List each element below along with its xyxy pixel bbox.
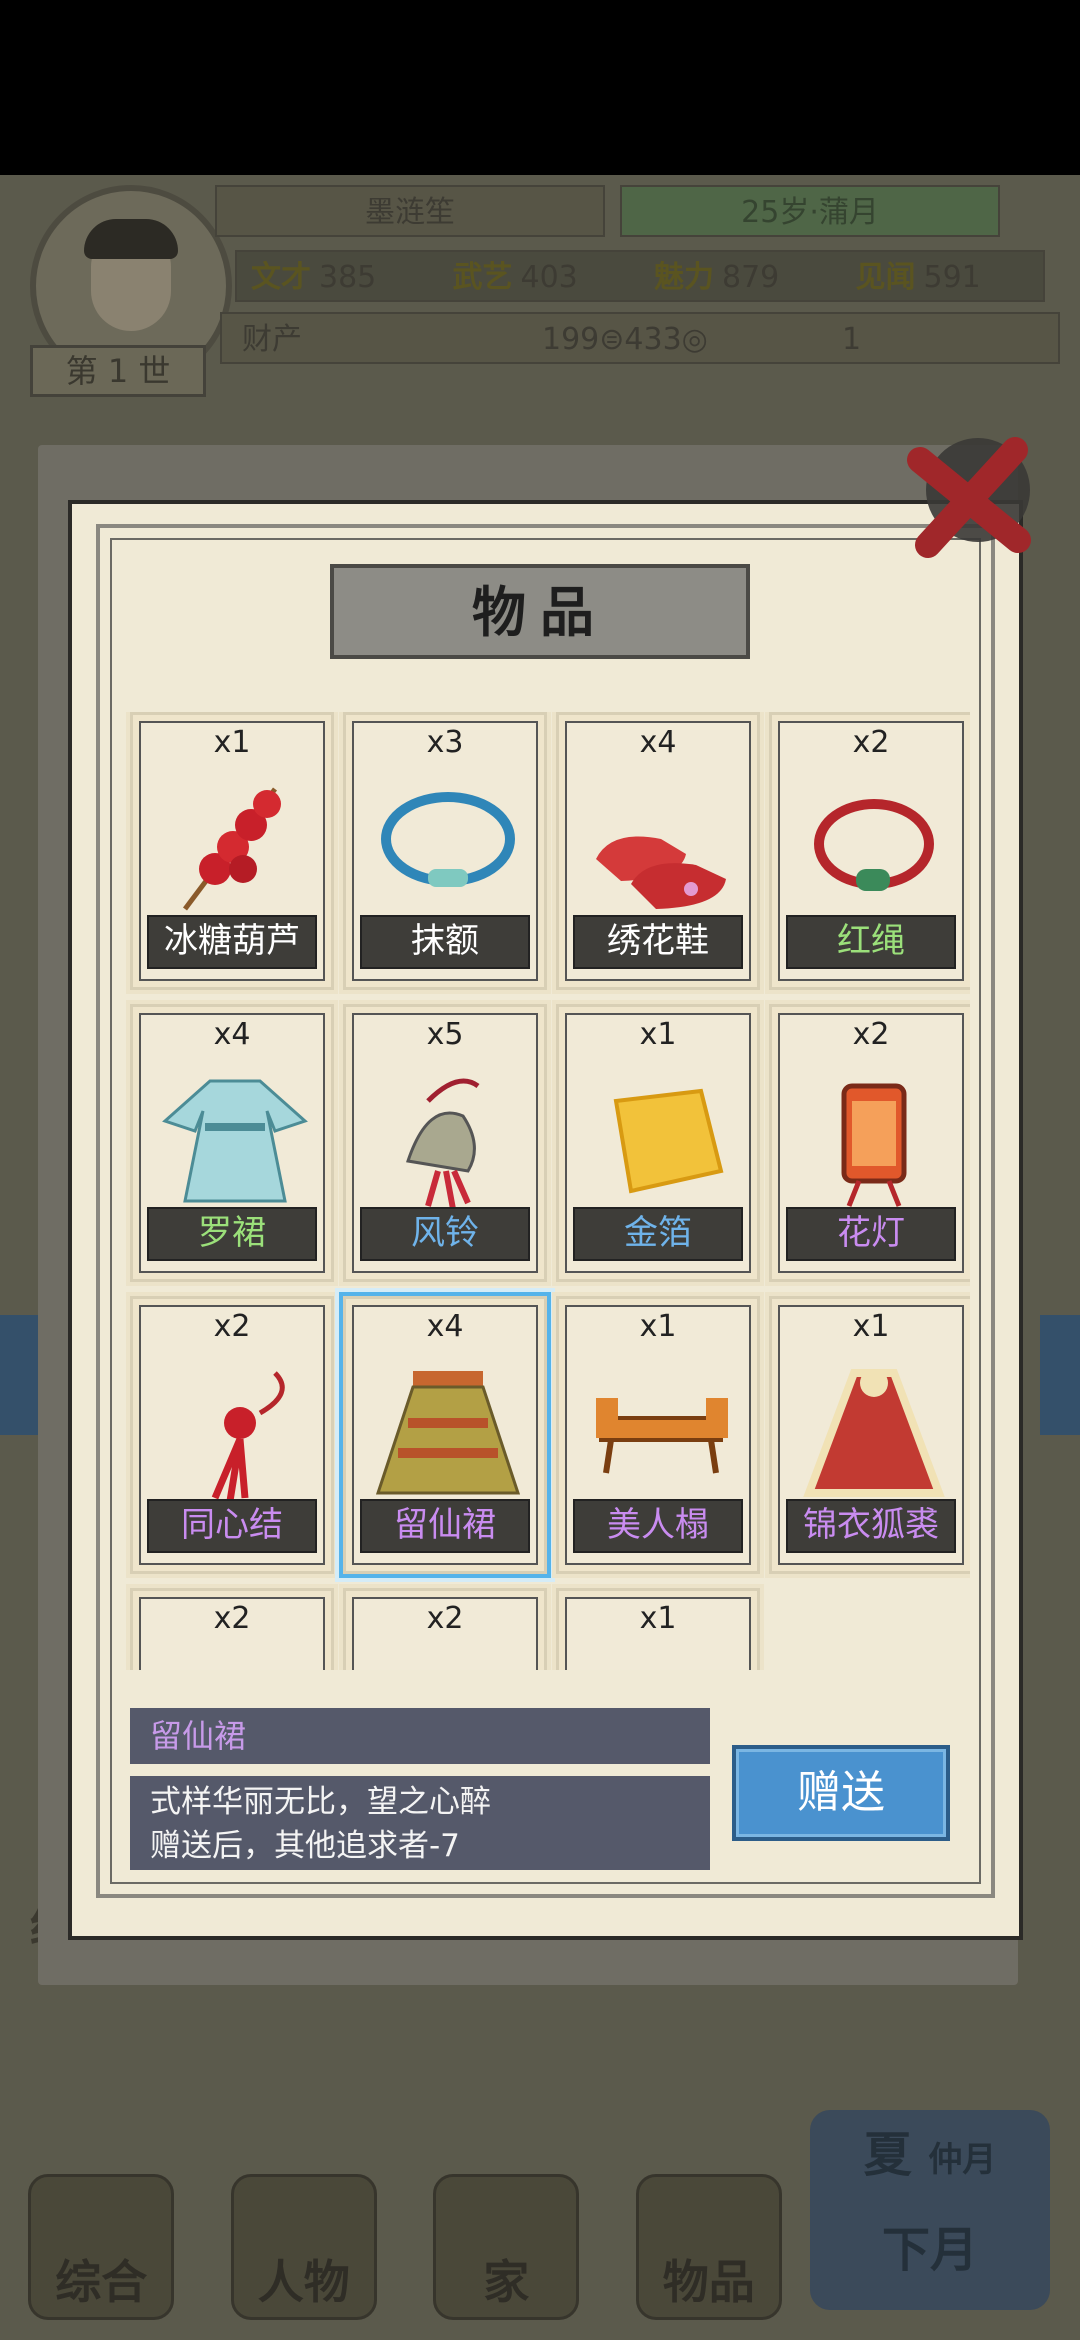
wealth-extra: 1 [842, 322, 862, 357]
item-name: 抹额 [360, 915, 530, 969]
wealth-row: 财产 199⊜433◎ 1 [220, 312, 1060, 364]
lantern-icon [841, 1083, 907, 1207]
item-card[interactable]: x1 [556, 1588, 760, 1670]
wealth-values: 199⊜433◎ [542, 322, 708, 357]
item-count: x2 [139, 1597, 325, 1641]
item-card[interactable]: x2 [343, 1588, 547, 1670]
item-card[interactable]: x4 留仙裙 [343, 1296, 547, 1574]
stats-row: 文才 385 武艺 403 魅力 879 见闻 591 [235, 250, 1045, 302]
season-label: 夏 [863, 2127, 912, 2183]
item-count: x1 [565, 1013, 751, 1057]
item-name: 锦衣狐裘 [786, 1499, 956, 1553]
dialog-title: 物品 [330, 564, 750, 659]
item-count: x1 [778, 1305, 964, 1349]
wealth-label: 财产 [242, 322, 302, 357]
embroidered-shoes-icon [596, 836, 726, 909]
item-name: 留仙裙 [360, 1499, 530, 1553]
item-name: 罗裙 [147, 1207, 317, 1261]
item-count: x1 [565, 1305, 751, 1349]
dress-icon [162, 1079, 308, 1203]
gold-foil-icon [613, 1088, 724, 1194]
pleated-skirt-icon [375, 1371, 521, 1495]
next-month-button[interactable]: 夏 仲月 下月 [810, 2110, 1050, 2310]
item-name: 红绳 [786, 915, 956, 969]
couch-icon [596, 1398, 728, 1474]
item-card[interactable]: x5 风铃 [343, 1004, 547, 1282]
item-card[interactable]: x3 抹额 [343, 712, 547, 990]
item-name: 花灯 [786, 1207, 956, 1261]
item-count: x3 [352, 721, 538, 765]
selected-item-description: 式样华丽无比，望之心醉 赠送后，其他追求者-7 [130, 1776, 710, 1870]
wind-chime-icon [406, 1078, 480, 1210]
item-count: x2 [778, 721, 964, 765]
item-card[interactable]: x2 红绳 [769, 712, 970, 990]
selected-item-name: 留仙裙 [130, 1708, 710, 1764]
fur-cloak-icon [803, 1369, 945, 1497]
item-card[interactable]: x1 冰糖葫芦 [130, 712, 334, 990]
item-name: 绣花鞋 [573, 915, 743, 969]
nav-general[interactable]: 综合 [28, 2174, 175, 2320]
item-count: x4 [565, 721, 751, 765]
item-card[interactable]: x2 花灯 [769, 1004, 970, 1282]
item-name: 同心结 [147, 1499, 317, 1553]
item-icon [581, 1645, 741, 1670]
item-icon [368, 1645, 528, 1670]
close-icon [907, 437, 1031, 558]
item-count: x1 [565, 1597, 751, 1641]
nav-home[interactable]: 家 [433, 2174, 580, 2320]
close-button[interactable] [900, 420, 1040, 570]
item-count: x4 [139, 1013, 325, 1057]
gift-button[interactable]: 赠送 [732, 1745, 950, 1841]
stat-wuyi: 武艺 403 [452, 260, 578, 295]
left-arrow-icon [0, 1315, 40, 1435]
item-art [352, 1637, 538, 1670]
description-line-1: 式样华丽无比，望之心醉 [150, 1784, 491, 1820]
generation-label: 第 1 世 [30, 345, 206, 397]
item-art [565, 1637, 751, 1670]
knot-icon [211, 1371, 285, 1502]
item-card[interactable]: x1 锦衣狐裘 [769, 1296, 970, 1574]
item-card[interactable]: x1 金箔 [556, 1004, 760, 1282]
next-month-label: 下月 [881, 2222, 978, 2278]
nav-characters[interactable]: 人物 [230, 2174, 377, 2320]
right-arrow-icon [1040, 1315, 1080, 1435]
item-count: x5 [352, 1013, 538, 1057]
headband-icon [381, 792, 515, 887]
item-count: x4 [352, 1305, 538, 1349]
item-name: 美人榻 [573, 1499, 743, 1553]
item-name: 金箔 [573, 1207, 743, 1261]
description-line-2: 赠送后，其他追求者-7 [150, 1828, 460, 1864]
item-card[interactable]: x2 [130, 1588, 334, 1670]
stat-meili: 魅力 879 [654, 260, 780, 295]
item-card[interactable]: x2 同心结 [130, 1296, 334, 1574]
red-cord-icon [814, 799, 934, 891]
item-card[interactable]: x1 美人榻 [556, 1296, 760, 1574]
item-count: x2 [139, 1305, 325, 1349]
item-name: 冰糖葫芦 [147, 915, 317, 969]
candied-haws-icon [183, 787, 281, 911]
player-name: 墨涟笙 [215, 185, 605, 237]
item-icon [155, 1645, 315, 1670]
month-label: 仲月 [928, 2140, 997, 2180]
stat-jianwen: 见闻 591 [855, 260, 981, 295]
item-count: x1 [139, 721, 325, 765]
item-count: x2 [778, 1013, 964, 1057]
item-name: 风铃 [360, 1207, 530, 1261]
age-month: 25岁·蒲月 [620, 185, 1000, 237]
item-card[interactable]: x4 罗裙 [130, 1004, 334, 1282]
stat-wencai: 文才 385 [251, 260, 377, 295]
nav-items[interactable]: 物品 [635, 2174, 782, 2320]
item-art [139, 1637, 325, 1670]
item-card[interactable]: x4 绣花鞋 [556, 712, 760, 990]
item-count: x2 [352, 1597, 538, 1641]
items-grid: x1 冰糖葫芦 x3 抹额 x4 绣花鞋 x2 红绳 x4 罗裙 x5 风铃 x1 金箔 x2 花灯 x2 同心结… [90, 712, 970, 1670]
